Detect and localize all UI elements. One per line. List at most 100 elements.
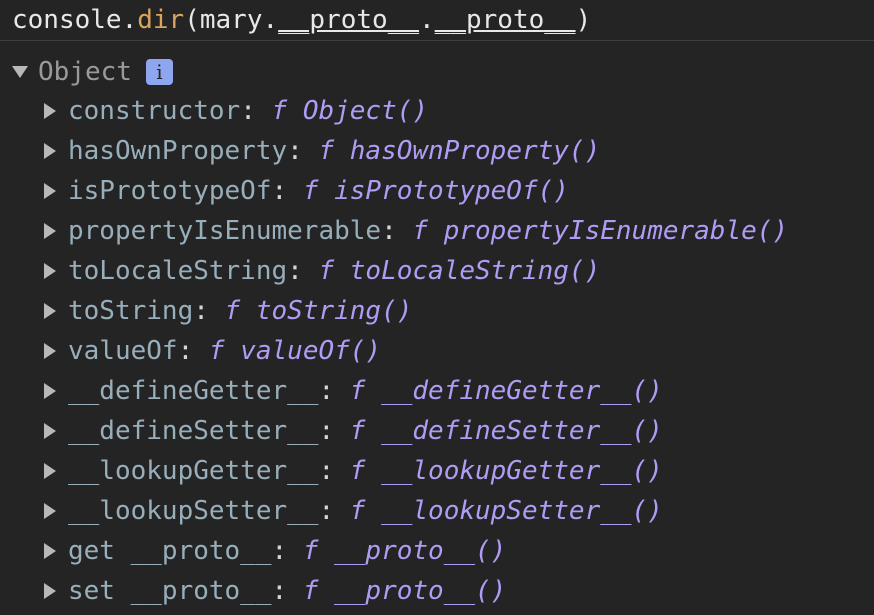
collapse-triangle-icon[interactable] [44,343,56,359]
info-icon[interactable]: i [145,59,173,85]
function-marker: f [302,576,319,606]
collapse-triangle-icon[interactable] [44,263,56,279]
property-value: Object() [302,96,429,126]
function-marker: f [349,496,366,526]
property-value: __lookupSetter__() [381,496,663,526]
property-value: __proto__() [334,576,507,606]
property-colon: : [381,216,413,246]
property-key: get __proto__ [68,536,272,566]
property-row[interactable]: valueOf: f valueOf() [44,331,788,371]
property-colon: : [318,496,350,526]
function-marker: f [318,256,335,286]
property-row[interactable]: __defineSetter__: f __defineSetter__() [44,411,788,451]
property-key: set __proto__ [68,576,272,606]
property-key: __defineGetter__ [68,376,319,406]
property-value: toString() [255,296,413,326]
collapse-triangle-icon[interactable] [44,423,56,439]
property-value: __proto__() [334,536,507,566]
property-colon: : [271,536,303,566]
function-marker: f [208,336,225,366]
property-colon: : [287,136,319,166]
property-colon: : [271,176,303,206]
property-row[interactable]: toLocaleString: f toLocaleString() [44,251,788,291]
property-value: isPrototypeOf() [334,176,569,206]
object-tree-root[interactable]: Object i [12,52,173,92]
command-proto-2: __proto__ [434,5,576,35]
property-key: __defineSetter__ [68,416,319,446]
property-key: constructor [68,96,241,126]
property-value: valueOf() [240,336,382,366]
property-colon: : [287,256,319,286]
property-row[interactable]: constructor: f Object() [44,91,788,131]
property-row[interactable]: toString: f toString() [44,291,788,331]
property-key: hasOwnProperty [68,136,288,166]
property-colon: : [177,336,209,366]
command-prefix: console. [12,5,138,35]
property-key: toLocaleString [68,256,288,286]
property-row[interactable]: set __proto__: f __proto__() [44,571,788,611]
function-marker: f [349,376,366,406]
function-marker: f [224,296,241,326]
collapse-triangle-icon[interactable] [44,103,56,119]
console-command-text: console.dir(mary.__proto__.__proto__) [12,3,591,37]
property-key: valueOf [68,336,178,366]
property-value: __defineSetter__() [381,416,663,446]
property-value: propertyIsEnumerable() [443,216,789,246]
collapse-triangle-icon[interactable] [44,583,56,599]
function-marker: f [412,216,429,246]
command-close: ) [575,5,592,35]
function-marker: f [349,416,366,446]
property-row[interactable]: isPrototypeOf: f isPrototypeOf() [44,171,788,211]
collapse-triangle-icon[interactable] [44,383,56,399]
property-colon: : [318,376,350,406]
property-row[interactable]: __lookupSetter__: f __lookupSetter__() [44,491,788,531]
function-marker: f [271,96,288,126]
property-value: __lookupGetter__() [381,456,663,486]
property-value: __defineGetter__() [381,376,663,406]
expand-triangle-icon[interactable] [12,66,28,78]
property-list: constructor: f Object() hasOwnProperty: f… [44,91,788,611]
collapse-triangle-icon[interactable] [44,143,56,159]
property-colon: : [193,296,225,326]
property-colon: : [318,416,350,446]
collapse-triangle-icon[interactable] [44,543,56,559]
command-function: dir [137,5,185,35]
collapse-triangle-icon[interactable] [44,503,56,519]
collapse-triangle-icon[interactable] [44,463,56,479]
property-key: isPrototypeOf [68,176,272,206]
function-marker: f [302,176,319,206]
property-key: propertyIsEnumerable [68,216,382,246]
collapse-triangle-icon[interactable] [44,223,56,239]
property-value: toLocaleString() [349,256,601,286]
property-colon: : [240,96,272,126]
property-colon: : [318,456,350,486]
property-key: __lookupGetter__ [68,456,319,486]
collapse-triangle-icon[interactable] [44,303,56,319]
property-key: toString [68,296,194,326]
property-row[interactable]: hasOwnProperty: f hasOwnProperty() [44,131,788,171]
function-marker: f [318,136,335,166]
command-proto-1: __proto__ [278,5,420,35]
console-command-line: console.dir(mary.__proto__.__proto__) [0,0,874,41]
function-marker: f [349,456,366,486]
property-row[interactable]: __defineGetter__: f __defineGetter__() [44,371,788,411]
property-row[interactable]: __lookupGetter__: f __lookupGetter__() [44,451,788,491]
command-dot: . [419,5,435,35]
property-row[interactable]: propertyIsEnumerable: f propertyIsEnumer… [44,211,788,251]
command-open: (mary. [184,5,279,35]
property-row[interactable]: get __proto__: f __proto__() [44,531,788,571]
collapse-triangle-icon[interactable] [44,183,56,199]
